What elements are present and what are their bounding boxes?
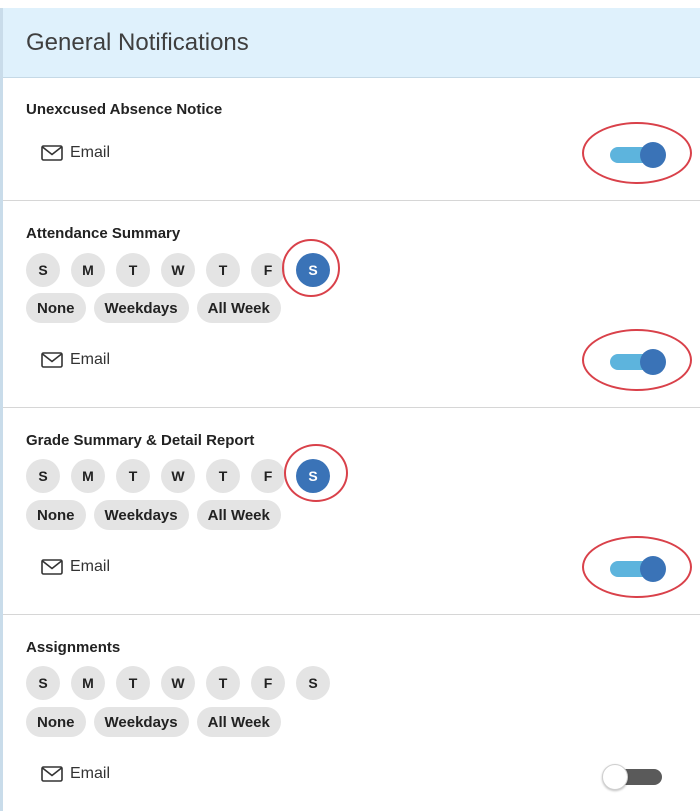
day-tuesday[interactable]: T: [116, 459, 150, 493]
preset-all-week-button[interactable]: All Week: [196, 500, 281, 530]
day-sunday[interactable]: S: [26, 459, 60, 493]
email-toggle-unexcused-absence[interactable]: [608, 142, 666, 168]
section-attendance-summary: Attendance Summary S M T W T F S None We…: [3, 201, 700, 408]
email-label: Email: [70, 351, 111, 368]
day-thursday[interactable]: T: [206, 666, 240, 700]
envelope-icon: [41, 559, 63, 575]
preset-none-button[interactable]: None: [26, 293, 86, 323]
notifications-panel: General Notifications Unexcused Absence …: [0, 8, 700, 811]
day-monday[interactable]: M: [71, 459, 105, 493]
section-assignments: Assignments S M T W T F S None Weekdays …: [3, 615, 700, 811]
day-sunday[interactable]: S: [26, 253, 60, 287]
day-selector: S M T W T F S: [26, 459, 330, 493]
day-presets: None Weekdays All Week: [26, 707, 281, 737]
day-friday[interactable]: F: [251, 459, 285, 493]
day-saturday[interactable]: S: [296, 253, 330, 287]
toggle-knob: [640, 556, 666, 582]
day-tuesday[interactable]: T: [116, 666, 150, 700]
day-friday[interactable]: F: [251, 666, 285, 700]
email-channel-row: Email: [41, 351, 110, 369]
day-selector: S M T W T F S: [26, 253, 330, 287]
day-wednesday[interactable]: W: [161, 666, 195, 700]
day-tuesday[interactable]: T: [116, 253, 150, 287]
section-title: Attendance Summary: [26, 225, 181, 242]
day-presets: None Weekdays All Week: [26, 500, 281, 530]
preset-weekdays-button[interactable]: Weekdays: [93, 500, 189, 530]
preset-all-week-button[interactable]: All Week: [196, 293, 281, 323]
day-thursday[interactable]: T: [206, 459, 240, 493]
envelope-icon: [41, 766, 63, 782]
day-selector: S M T W T F S: [26, 666, 330, 700]
preset-all-week-button[interactable]: All Week: [196, 707, 281, 737]
email-label: Email: [70, 558, 111, 575]
envelope-icon: [41, 352, 63, 368]
email-toggle-grade-summary[interactable]: [608, 556, 666, 582]
preset-weekdays-button[interactable]: Weekdays: [93, 707, 189, 737]
panel-header: General Notifications: [3, 8, 700, 78]
day-presets: None Weekdays All Week: [26, 293, 281, 323]
day-saturday[interactable]: S: [296, 666, 330, 700]
day-monday[interactable]: M: [71, 666, 105, 700]
preset-weekdays-button[interactable]: Weekdays: [93, 293, 189, 323]
section-title: Assignments: [26, 639, 121, 656]
section-grade-summary: Grade Summary & Detail Report S M T W T …: [3, 408, 700, 615]
section-title: Grade Summary & Detail Report: [26, 432, 255, 449]
day-wednesday[interactable]: W: [161, 253, 195, 287]
day-saturday[interactable]: S: [296, 459, 330, 493]
page-title: General Notifications: [26, 28, 249, 56]
toggle-knob: [602, 764, 628, 790]
email-channel-row: Email: [41, 144, 110, 162]
envelope-icon: [41, 145, 63, 161]
day-thursday[interactable]: T: [206, 253, 240, 287]
email-label: Email: [70, 765, 111, 782]
email-toggle-attendance-summary[interactable]: [608, 349, 666, 375]
email-channel-row: Email: [41, 765, 110, 783]
day-wednesday[interactable]: W: [161, 459, 195, 493]
email-label: Email: [70, 144, 111, 161]
email-channel-row: Email: [41, 558, 110, 576]
email-toggle-assignments[interactable]: [602, 764, 664, 790]
section-unexcused-absence: Unexcused Absence Notice Email: [3, 78, 700, 201]
section-title: Unexcused Absence Notice: [26, 101, 223, 118]
toggle-knob: [640, 349, 666, 375]
day-sunday[interactable]: S: [26, 666, 60, 700]
preset-none-button[interactable]: None: [26, 500, 86, 530]
preset-none-button[interactable]: None: [26, 707, 86, 737]
day-monday[interactable]: M: [71, 253, 105, 287]
toggle-knob: [640, 142, 666, 168]
day-friday[interactable]: F: [251, 253, 285, 287]
